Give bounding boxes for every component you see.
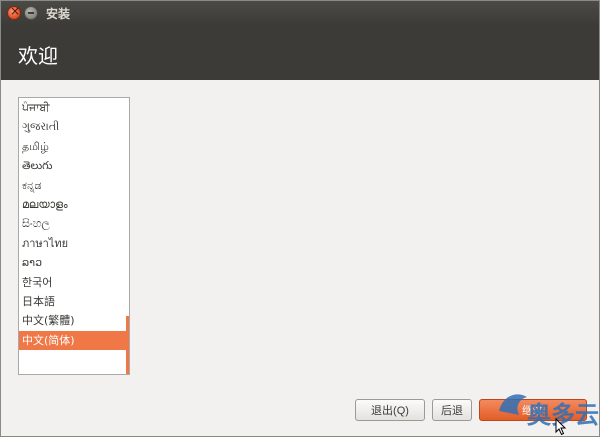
language-list-item[interactable]: ਪੰਜਾਬੀ [19,98,129,117]
scrollbar-thumb[interactable] [126,316,129,374]
page-header: 欢迎 [1,25,599,80]
title-bar: 安装 [1,1,599,25]
language-list-item[interactable]: 中文(繁體) [19,311,129,330]
language-list-item[interactable]: ಕನ್ನಡ [19,176,129,195]
watermark-logo: 奥多云 [499,394,599,429]
window-title: 安装 [46,7,71,21]
language-list-item[interactable]: ภาษาไทย [19,234,129,253]
language-list-item[interactable]: 日本語 [19,292,129,311]
language-list[interactable]: ਪੰਜਾਬੀ ગુજરાતી தமிழ் తెలుగు ಕನ್ನಡ മലയാളം සිංහල… [18,97,130,375]
language-list-item[interactable]: සිංහල [19,214,129,233]
language-list-item[interactable]: 中文(简体) [19,330,129,351]
close-window-icon[interactable] [7,4,21,20]
back-button[interactable]: 后退 [432,399,472,421]
mouse-cursor-icon [555,418,567,436]
language-list-item[interactable]: മലയാളം [19,195,129,214]
language-list-item[interactable]: ລາວ [19,253,129,272]
language-list-item[interactable]: ગુજરાતી [19,117,129,136]
language-list-item[interactable]: 한국어 [19,273,129,292]
installer-window: 安装 欢迎 ਪੰਜਾਬੀગુજરાતીதமிழ்తెలుగుಕನ್ನಡമലയാള… [0,0,600,437]
language-list-item[interactable]: தமிழ் [19,137,129,156]
page-title: 欢迎 [18,44,58,68]
minimize-window-icon[interactable] [24,6,38,20]
language-list-scrollbar[interactable] [126,98,129,374]
language-list-item[interactable]: తెలుగు [19,156,129,175]
quit-button[interactable]: 退出(Q) [355,399,425,421]
